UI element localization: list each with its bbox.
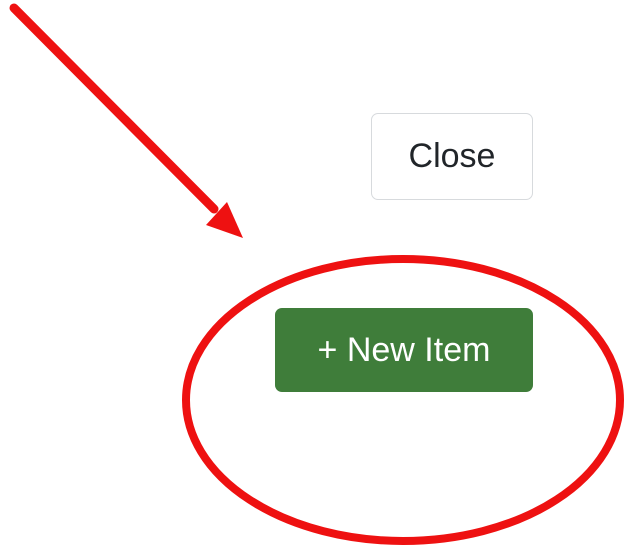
ellipse-highlight-icon [182,255,624,545]
arrow-icon [9,3,243,238]
arrow-head [206,202,243,238]
annotation-overlay [9,3,624,545]
arrow-shaft [9,3,219,214]
close-button[interactable]: Close [371,113,533,200]
new-item-button[interactable]: + New Item [275,308,533,392]
